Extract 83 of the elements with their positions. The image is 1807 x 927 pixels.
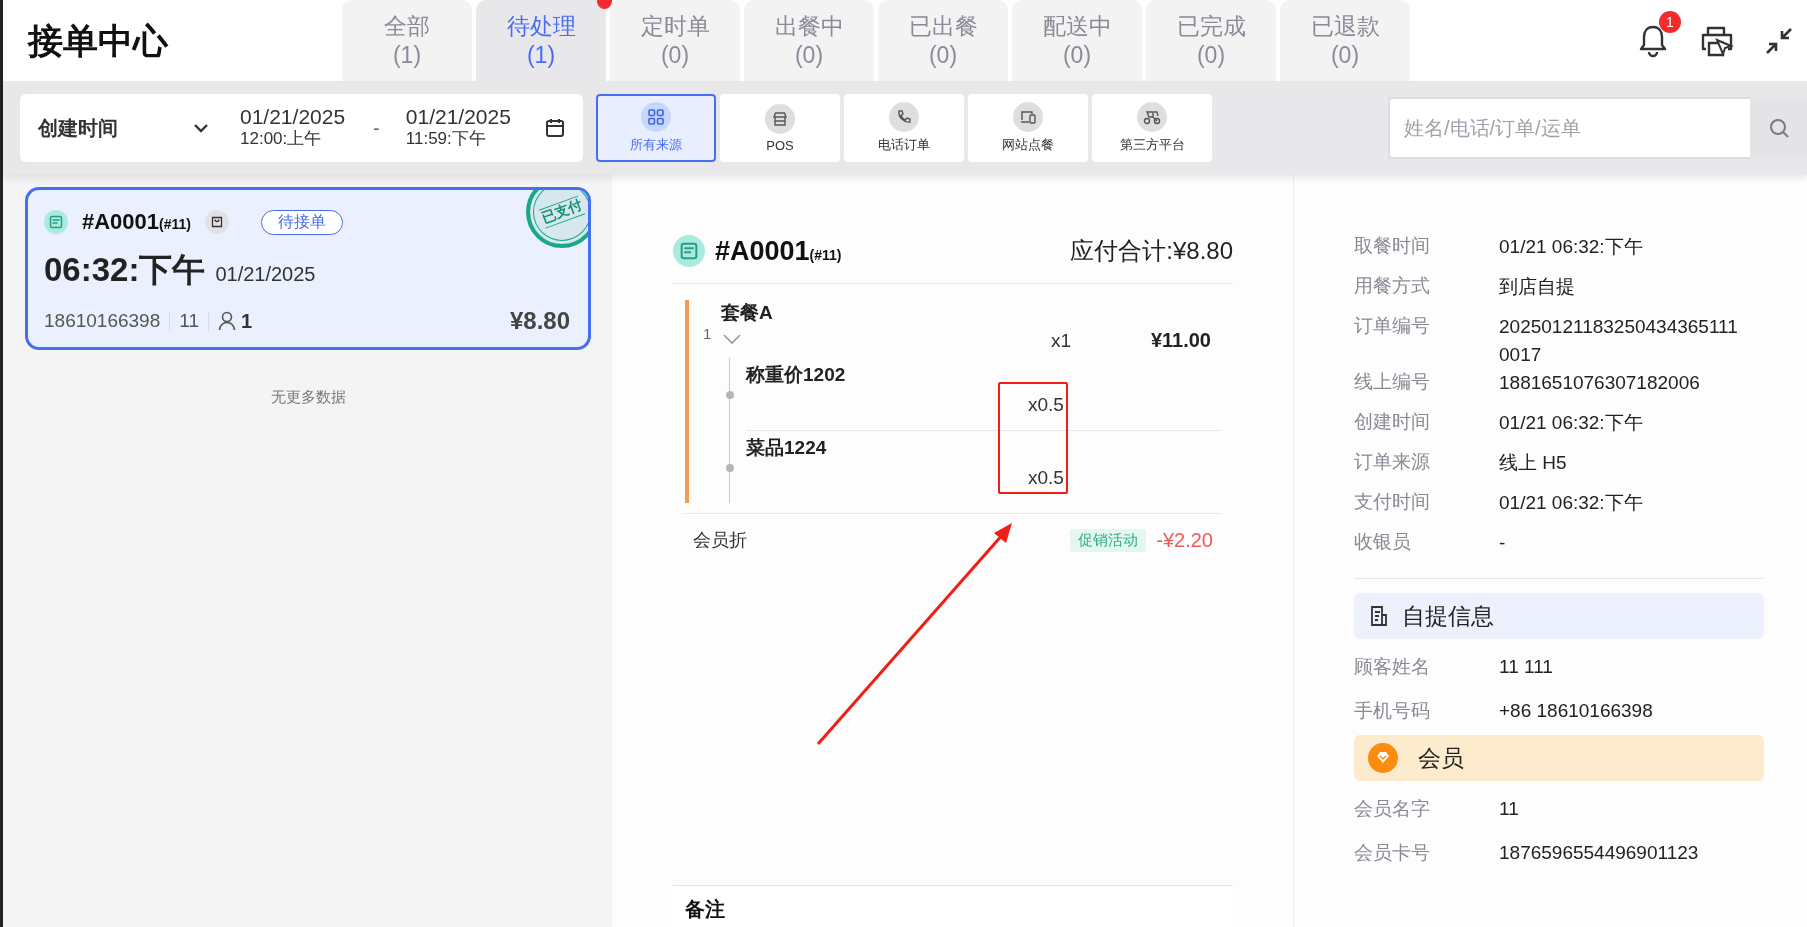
search-field[interactable]: 姓名/电话/订单/运单 [1388,97,1750,159]
timeline-dot [725,391,734,399]
amount-due: 应付合计:¥8.80 [1070,236,1233,266]
field-value: 11 [1499,797,1520,821]
field-label: 手机号码 [1354,699,1431,723]
field-label: 支付时间 [1354,490,1431,514]
field-value: 01/21 06:32:下午 [1499,235,1644,259]
store-icon [772,110,788,127]
source-filter-button[interactable]: POS [720,94,840,162]
field-label: 创建时间 [1354,410,1431,434]
sub-item-name: 菜品1224 [746,436,827,460]
order-number: #A0001(#11) [715,235,842,267]
order-card[interactable]: 已支付 #A0001(#11) 待接单 06:32:下午 01/21/2025 18610166398 11 1 ¥8.80 [25,187,591,350]
sub-item-quantity: x0.5 [1028,394,1064,416]
field-dropdown[interactable]: 创建时间 [38,114,210,142]
notification-badge: 1 [1659,10,1681,33]
calendar-icon[interactable] [545,118,565,138]
start-time[interactable]: 12:00:上午 [240,128,346,150]
phone-icon [896,109,912,125]
field-label: 订单来源 [1354,450,1431,474]
status-tab[interactable]: 待处理 (1) [476,0,606,81]
item-quantity: x1 [1050,330,1072,352]
table-number: 11 [179,310,199,332]
source-filter-button[interactable]: 第三方平台 [1092,94,1212,162]
item-index: 1 [703,325,713,342]
person-icon [218,311,236,331]
customer-phone: 18610166398 [44,310,161,332]
source-filter-button[interactable]: 网站点餐 [968,94,1088,162]
field-value: 11 111 [1499,655,1554,679]
end-date[interactable]: 01/21/2025 [405,106,511,128]
order-date: 01/21/2025 [215,263,316,286]
field-label: 顾客姓名 [1354,655,1431,679]
page-title: 接单中心 [26,20,170,62]
field-value: 01/21 06:32:下午 [1499,491,1644,515]
promotion-tag: 促销活动 [1070,528,1147,552]
field-label: 取餐时间 [1354,234,1431,258]
order-total: ¥8.80 [509,307,570,335]
field-label: 收银员 [1354,530,1412,554]
item-price: ¥11.00 [1150,329,1212,352]
collapse-icon[interactable] [1765,26,1793,55]
field-label: 会员卡号 [1354,841,1431,865]
field-value: 线上 H5 [1499,451,1568,475]
field-value: 202501211832504343651110017 [1499,315,1739,367]
order-time: 06:32:下午 [44,250,206,290]
timeline-dot [725,464,734,472]
chevron-down-icon[interactable] [721,332,743,346]
receipt-icon [673,235,705,267]
field-label: 线上编号 [1354,370,1431,394]
devices-icon [1020,109,1036,125]
grid-icon [648,109,664,125]
start-date[interactable]: 01/21/2025 [240,106,346,128]
status-badge: 待接单 [261,209,343,235]
search-icon [1767,117,1790,139]
field-value: 1881651076307182006 [1499,371,1701,395]
sub-item-name: 称重价1202 [746,363,846,387]
field-value: 01/21 06:32:下午 [1499,411,1644,435]
sub-item-quantity: x0.5 [1028,467,1064,489]
field-label: 会员名字 [1354,797,1431,821]
source-filter-button[interactable]: 电话订单 [844,94,964,162]
discount-amount: -¥2.20 [1156,528,1213,552]
paid-stamp: 已支付 [526,190,588,248]
field-value: - [1499,531,1507,555]
order-number: #A0001(#11) [82,209,191,235]
chevron-down-icon [192,122,210,134]
field-value: 1876596554496901123 [1499,841,1700,865]
remark-heading: 备注 [685,898,725,920]
source-filter-button[interactable]: 所有来源 [596,94,716,162]
scooter-icon [1143,109,1161,125]
guest-count: 1 [241,309,253,333]
discount-label: 会员折 [693,529,747,552]
section-title: 会员 [1418,743,1464,773]
end-time[interactable]: 11:59:下午 [405,128,511,150]
list-end-text: 无更多数据 [270,388,347,407]
field-value: +86 18610166398 [1499,699,1654,723]
search-button[interactable] [1750,97,1807,159]
bag-icon [205,210,229,234]
field-label: 订单编号 [1354,314,1431,338]
field-value: 到店自提 [1499,275,1576,299]
receipt-icon [44,210,68,234]
item-name: 套餐A [721,301,773,325]
field-label: 用餐方式 [1354,274,1431,298]
range-separator: - [373,116,380,140]
section-title: 自提信息 [1402,601,1494,631]
